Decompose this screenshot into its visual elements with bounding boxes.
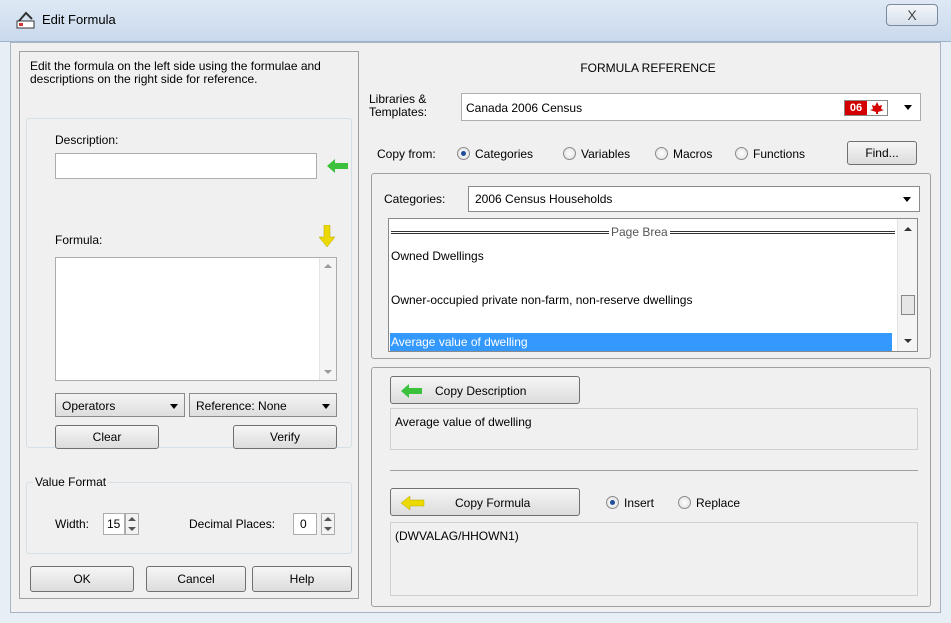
width-spinner[interactable] (125, 513, 139, 535)
list-item-selected[interactable]: Average value of dwelling (390, 333, 892, 351)
spin-down-icon[interactable] (324, 527, 332, 531)
clear-button[interactable]: Clear (55, 425, 159, 449)
value-format-legend: Value Format (33, 475, 109, 489)
width-value: 15 (107, 517, 121, 531)
categories-label: Categories: (384, 192, 446, 206)
right-panel: FORMULA REFERENCE Libraries & Templates:… (363, 51, 933, 607)
green-arrow-icon (401, 384, 423, 398)
scroll-up-icon[interactable] (324, 264, 332, 268)
spin-down-icon[interactable] (128, 527, 136, 531)
copy-categories-option[interactable]: Categories (457, 145, 557, 163)
copy-functions-option[interactable]: Functions (735, 145, 835, 163)
canada-badge: 06 (844, 100, 888, 116)
decimal-places-value: 0 (300, 517, 307, 531)
scroll-thumb[interactable] (901, 295, 915, 315)
option-label: Functions (753, 147, 806, 161)
insert-option[interactable]: Insert (606, 494, 676, 512)
copy-macros-option[interactable]: Macros (655, 145, 735, 163)
formula-group: Description: Formula: Operators Referenc… (26, 118, 352, 449)
replace-label: Replace (696, 496, 741, 510)
width-label: Width: (55, 517, 90, 531)
chevron-down-icon (322, 404, 330, 409)
value-format-group: Value Format Width: 15 Decimal Places: 0 (26, 475, 352, 554)
badge-year: 06 (845, 101, 867, 115)
formula-textarea[interactable] (55, 257, 337, 381)
spin-up-icon[interactable] (128, 517, 136, 521)
reference-dropdown[interactable]: Reference: None (189, 393, 337, 417)
page-break-marker: Page Brea (391, 225, 895, 239)
categories-group: Categories: 2006 Census Households Page … (371, 173, 931, 359)
find-button[interactable]: Find... (847, 141, 917, 165)
chevron-down-icon (904, 105, 912, 110)
copy-from-label: Copy from: (377, 147, 436, 161)
radio-functions[interactable] (735, 147, 748, 160)
formula-label: Formula: (55, 233, 103, 247)
scroll-down-icon[interactable] (904, 339, 912, 343)
radio-macros[interactable] (655, 147, 668, 160)
operators-dropdown[interactable]: Operators (55, 393, 185, 417)
replace-option[interactable]: Replace (678, 494, 768, 512)
separator (390, 470, 918, 471)
dialog-body: Edit the formula on the left side using … (10, 42, 941, 613)
verify-button[interactable]: Verify (233, 425, 337, 449)
app-icon (16, 11, 36, 29)
copy-formula-button[interactable]: Copy Formula (390, 488, 580, 516)
copy-description-label: Copy Description (435, 384, 527, 398)
description-output-text: Average value of dwelling (395, 415, 532, 429)
chevron-down-icon (903, 197, 911, 202)
formula-output-text: (DWVALAG/HHOWN1) (395, 529, 519, 543)
radio-variables[interactable] (563, 147, 576, 160)
scroll-down-icon[interactable] (324, 370, 332, 374)
help-button[interactable]: Help (252, 566, 352, 592)
ok-button[interactable]: OK (30, 566, 134, 592)
categories-dropdown[interactable]: 2006 Census Households (468, 186, 920, 212)
left-panel: Edit the formula on the left side using … (19, 51, 359, 599)
list-scrollbar[interactable] (897, 219, 917, 351)
radio-insert[interactable] (606, 496, 619, 509)
reference-label: Reference: None (196, 399, 287, 413)
scroll-up-icon[interactable] (904, 227, 912, 231)
radio-replace[interactable] (678, 496, 691, 509)
formula-scrollbar[interactable] (319, 258, 336, 380)
option-label: Variables (581, 147, 631, 161)
option-label: Macros (673, 147, 713, 161)
insert-label: Insert (624, 496, 655, 510)
spin-up-icon[interactable] (324, 517, 332, 521)
cancel-button[interactable]: Cancel (146, 566, 246, 592)
option-label: Categories (475, 147, 534, 161)
decimal-places-label: Decimal Places: (189, 517, 276, 531)
title-bar: Edit Formula X (0, 0, 951, 42)
green-arrow-icon[interactable] (327, 159, 349, 173)
close-button[interactable]: X (886, 4, 938, 26)
decimal-spinner[interactable] (321, 513, 335, 535)
page-break-text: Page Brea (609, 225, 670, 239)
copy-variables-option[interactable]: Variables (563, 145, 653, 163)
chevron-down-icon (170, 404, 178, 409)
list-item[interactable]: Owner-occupied private non-farm, non-res… (391, 293, 692, 307)
maple-leaf-icon (867, 101, 887, 115)
copy-formula-label: Copy Formula (455, 496, 531, 510)
window-title: Edit Formula (42, 12, 116, 27)
radio-categories[interactable] (457, 147, 470, 160)
libraries-label: Libraries & Templates: (369, 92, 428, 119)
list-item[interactable]: Owned Dwellings (391, 249, 484, 263)
decimal-places-input[interactable]: 0 (293, 513, 317, 535)
formula-reference-heading: FORMULA REFERENCE (580, 61, 716, 75)
copy-panel: Copy Description Average value of dwelli… (371, 367, 931, 607)
description-field[interactable] (55, 153, 317, 179)
category-list[interactable]: Page Brea Owned Dwellings Owner-occupied… (388, 218, 918, 352)
instructions-text: Edit the formula on the left side using … (30, 59, 321, 86)
formula-output: (DWVALAG/HHOWN1) (390, 522, 918, 596)
library-value: Canada 2006 Census (466, 101, 583, 115)
yellow-arrow-icon (400, 495, 425, 511)
categories-value: 2006 Census Households (475, 192, 613, 206)
library-dropdown[interactable]: Canada 2006 Census 06 (461, 93, 921, 121)
description-output: Average value of dwelling (390, 408, 918, 450)
yellow-arrow-icon[interactable] (318, 224, 336, 248)
copy-description-button[interactable]: Copy Description (390, 376, 580, 404)
operators-label: Operators (62, 399, 116, 413)
description-label: Description: (55, 133, 119, 147)
width-input[interactable]: 15 (103, 513, 125, 535)
